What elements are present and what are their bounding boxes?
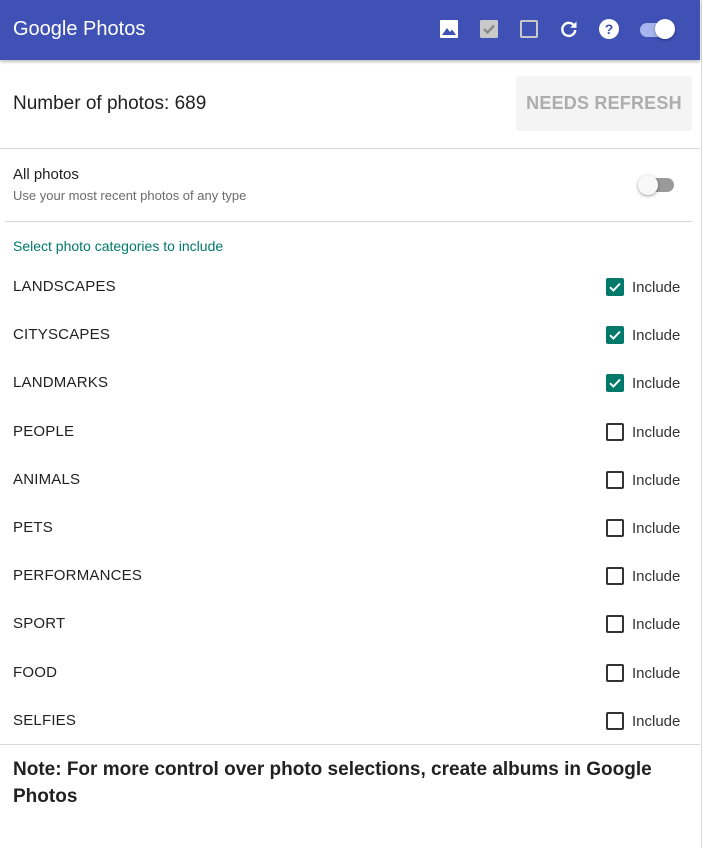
category-row: PEOPLE Include [0, 408, 700, 456]
check-box-outline-icon[interactable] [516, 16, 542, 42]
include-label[interactable]: Include [632, 568, 680, 586]
divider [0, 744, 700, 745]
category-name: ANIMALS [13, 470, 81, 488]
all-photos-title: All photos [13, 166, 79, 183]
category-row: CITYSCAPES Include [0, 311, 700, 359]
category-name: PERFORMANCES [13, 567, 143, 585]
check-box-icon[interactable] [476, 16, 502, 42]
include-checkbox[interactable] [606, 326, 624, 345]
image-icon[interactable] [436, 16, 462, 42]
category-name: PETS [13, 518, 53, 536]
help-icon[interactable]: ? [596, 16, 622, 42]
include-label[interactable]: Include [632, 520, 680, 538]
include-label[interactable]: Include [632, 424, 680, 442]
category-row: LANDMARKS Include [0, 359, 700, 407]
categories-heading: Select photo categories to include [13, 238, 224, 254]
category-row: ANIMALS Include [0, 456, 700, 504]
refresh-icon[interactable] [556, 16, 582, 42]
include-checkbox[interactable] [606, 567, 624, 586]
divider [0, 148, 700, 149]
include-checkbox[interactable] [606, 663, 624, 682]
category-name: LANDMARKS [13, 374, 109, 392]
category-row: PETS Include [0, 504, 700, 552]
divider [5, 221, 692, 222]
toolbar: Google Photos ? [0, 0, 700, 60]
category-list: LANDSCAPES Include CITYSCAPES Include LANDMA… [0, 263, 700, 745]
all-photos-toggle[interactable] [636, 172, 678, 198]
category-row: PERFORMANCES Include [0, 552, 700, 600]
check-icon [609, 331, 621, 341]
include-label[interactable]: Include [632, 665, 680, 683]
include-checkbox[interactable] [606, 615, 624, 634]
toolbar-toggle-switch[interactable] [638, 17, 678, 41]
include-checkbox[interactable] [606, 470, 624, 489]
include-label[interactable]: Include [632, 616, 680, 634]
toggle-thumb [638, 175, 658, 195]
include-checkbox[interactable] [606, 518, 624, 537]
photo-count: Number of photos: 689 [13, 93, 207, 114]
category-row: SELFIES Include [0, 697, 700, 745]
check-icon [609, 379, 621, 389]
include-label[interactable]: Include [632, 279, 680, 297]
note-text: Note: For more control over photo select… [13, 759, 652, 807]
include-label[interactable]: Include [632, 472, 680, 490]
app-window: Google Photos ? Number of photos: 689 NE… [0, 0, 702, 848]
toggle-thumb [655, 19, 675, 39]
category-row: LANDSCAPES Include [0, 263, 700, 311]
category-row: FOOD Include [0, 649, 700, 697]
check-icon [609, 282, 621, 292]
include-checkbox[interactable] [606, 422, 624, 441]
category-name: PEOPLE [13, 422, 75, 440]
category-name: SELFIES [13, 711, 77, 729]
include-label[interactable]: Include [632, 713, 680, 731]
include-checkbox[interactable] [606, 374, 624, 393]
svg-text:?: ? [605, 21, 614, 37]
include-checkbox[interactable] [606, 711, 624, 730]
needs-refresh-button[interactable]: NEEDS REFRESH [516, 76, 692, 131]
category-name: SPORT [13, 615, 66, 633]
include-label[interactable]: Include [632, 327, 680, 345]
app-title: Google Photos [13, 18, 146, 40]
category-name: CITYSCAPES [13, 326, 111, 344]
all-photos-subtitle: Use your most recent photos of any type [13, 188, 247, 203]
category-name: FOOD [13, 663, 58, 681]
category-row: SPORT Include [0, 600, 700, 648]
include-checkbox[interactable] [606, 278, 624, 296]
category-name: LANDSCAPES [13, 278, 116, 295]
include-label[interactable]: Include [632, 375, 680, 393]
